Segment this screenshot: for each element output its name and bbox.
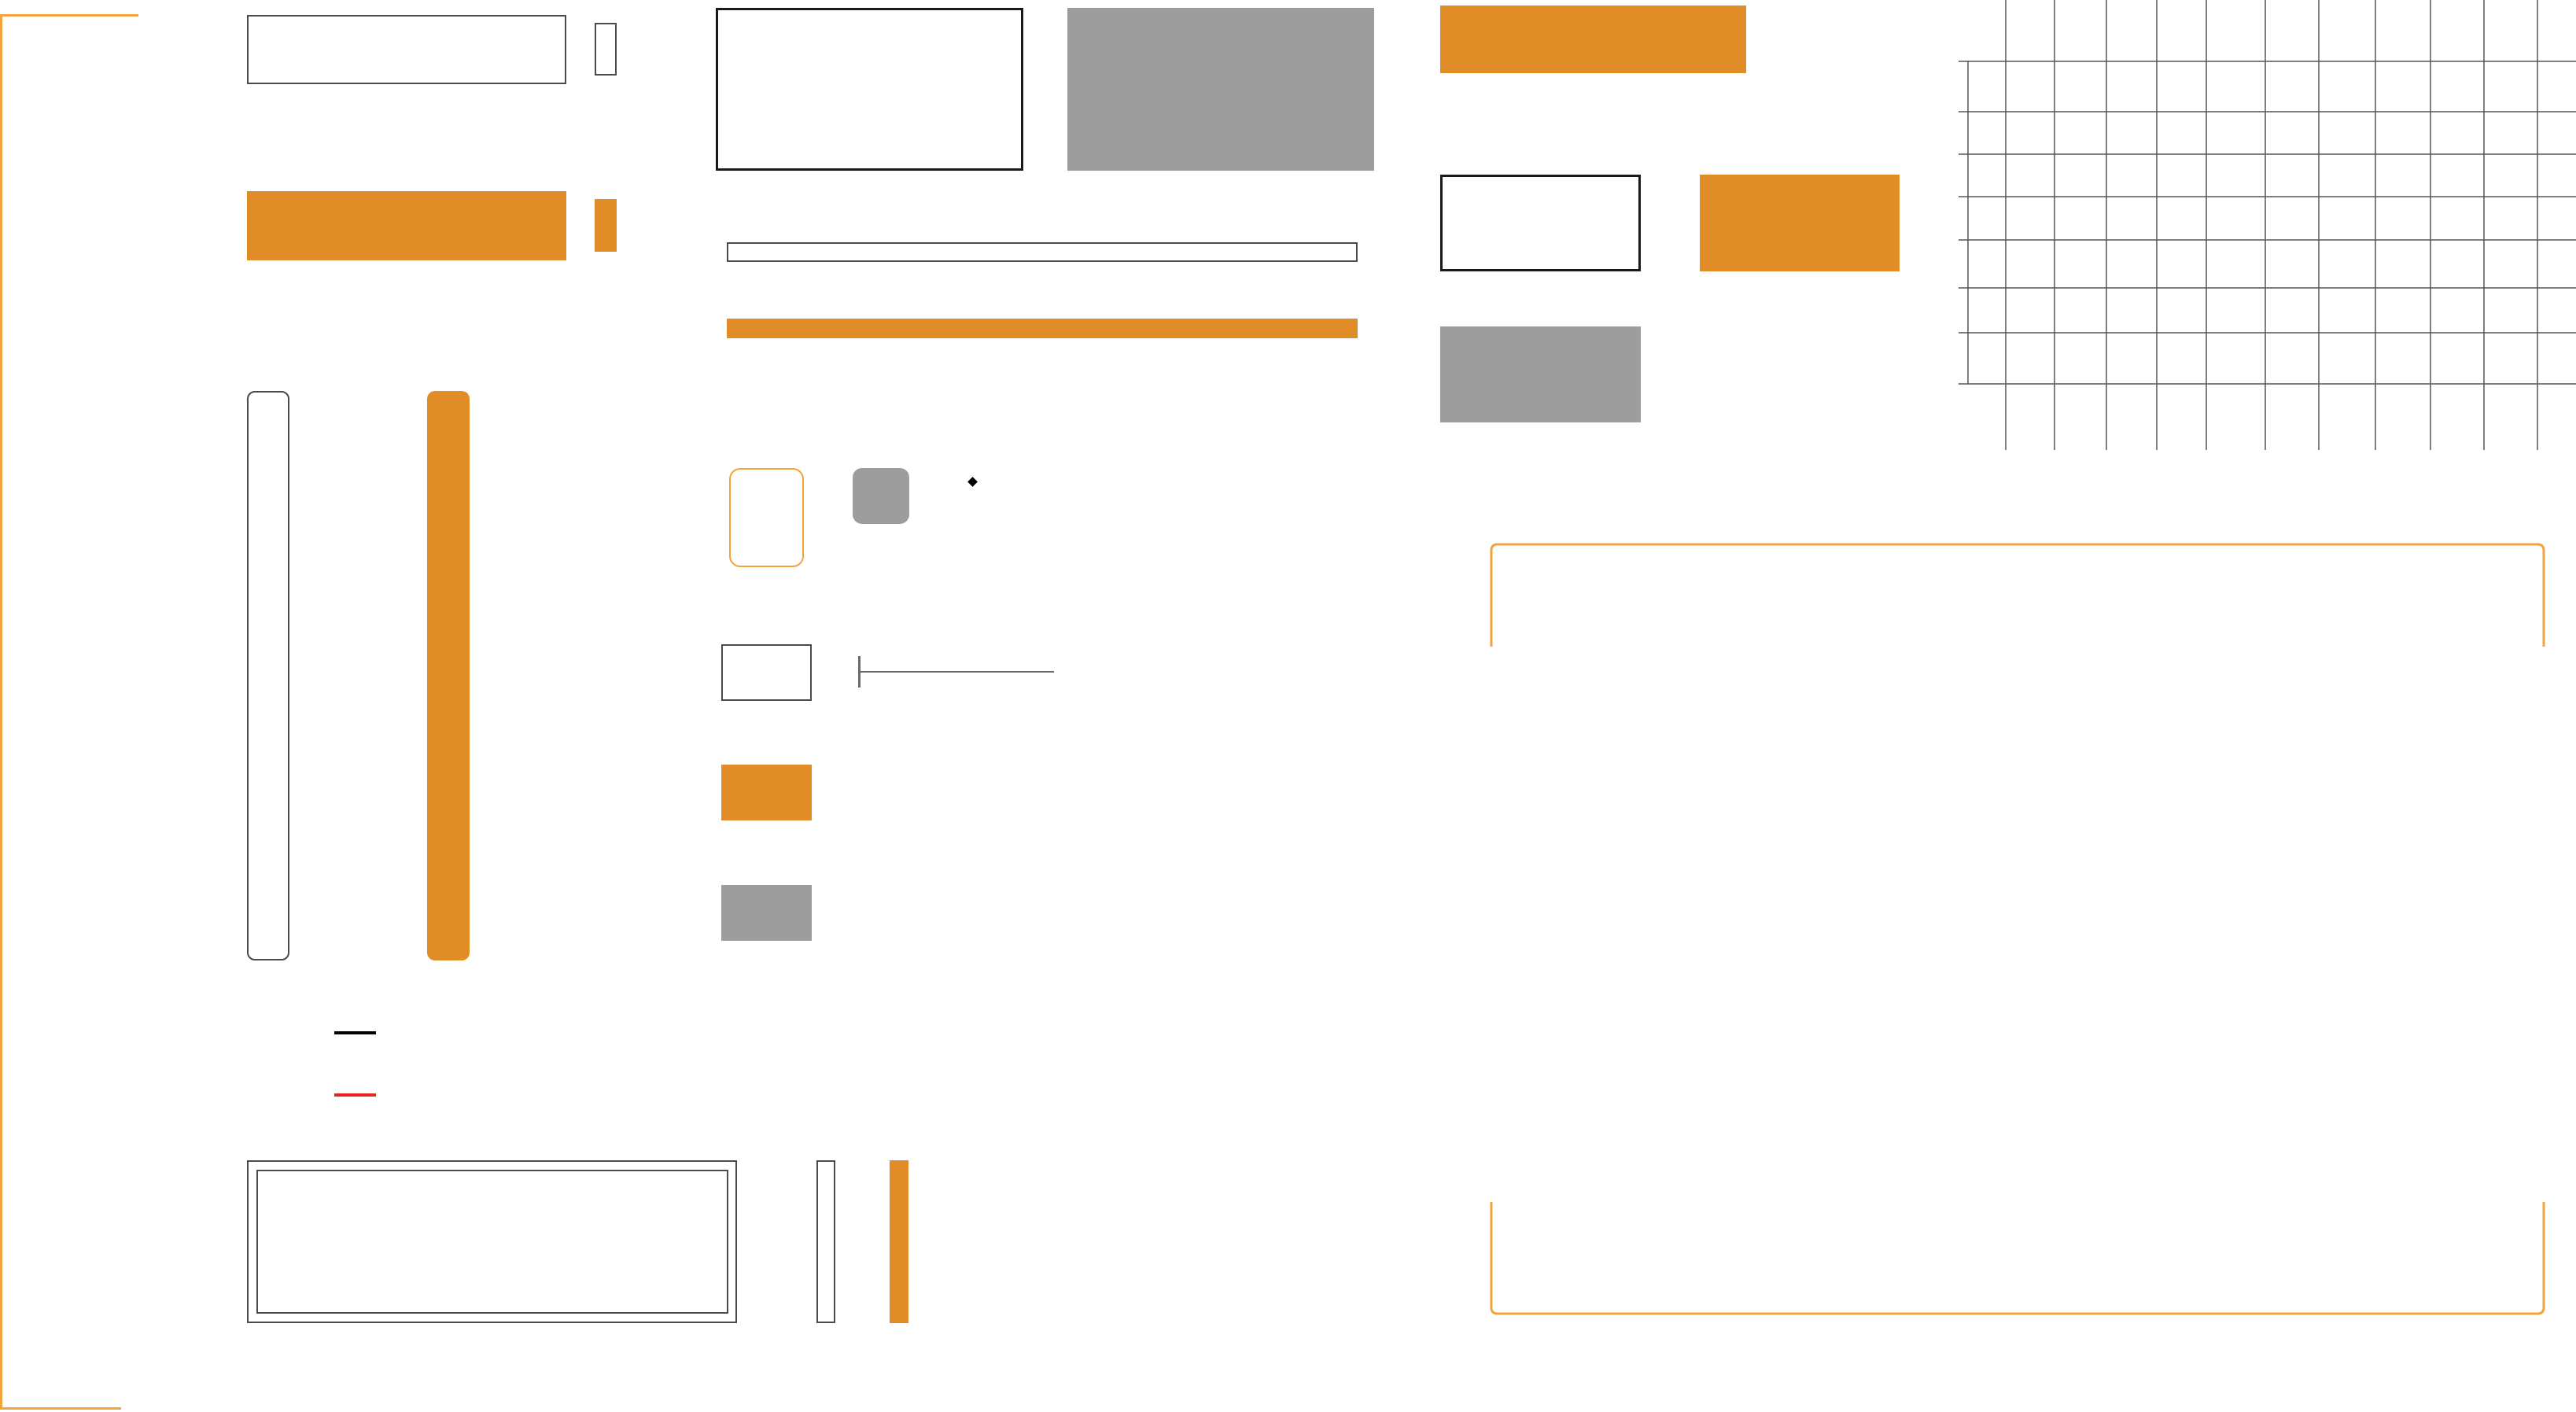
diamond-icon: [967, 477, 978, 487]
panel-inner: [256, 1170, 728, 1314]
frame-bracket-top: [0, 14, 138, 17]
tile-accent[interactable]: [1700, 175, 1900, 271]
tile-outlined[interactable]: [1440, 175, 1641, 271]
button-default[interactable]: [721, 644, 812, 701]
grid-chart: [1959, 0, 2576, 450]
tile-disabled: [1440, 326, 1641, 422]
black-line-sample: [334, 1031, 376, 1034]
small-toggle-default[interactable]: [595, 23, 617, 76]
horizontal-track-filled: [727, 319, 1358, 338]
text-field-active[interactable]: [247, 191, 566, 260]
card-outlined[interactable]: [716, 8, 1023, 171]
card-disabled: [1067, 8, 1374, 171]
progress-bar-vertical-empty: [816, 1160, 835, 1323]
text-field-default[interactable]: [247, 15, 566, 84]
button-primary[interactable]: [721, 765, 812, 820]
vertical-scrollbar-thumb[interactable]: [427, 391, 470, 960]
red-line-sample: [334, 1093, 376, 1097]
small-toggle-active[interactable]: [595, 199, 617, 252]
header-bar: [1440, 6, 1746, 73]
slider-handle[interactable]: [858, 656, 861, 688]
frame-bracket-bottom: [0, 1407, 121, 1410]
large-frame: [1490, 543, 2545, 1315]
slider-track[interactable]: [859, 671, 1054, 673]
vertical-scrollbar-track[interactable]: [247, 391, 289, 960]
checkbox-disabled: [853, 468, 909, 524]
progress-bar-vertical-filled: [890, 1160, 908, 1323]
checkbox-focused[interactable]: [729, 468, 804, 567]
horizontal-track-empty: [727, 242, 1358, 262]
frame-bracket-left: [0, 14, 2, 1410]
button-disabled: [721, 885, 812, 941]
